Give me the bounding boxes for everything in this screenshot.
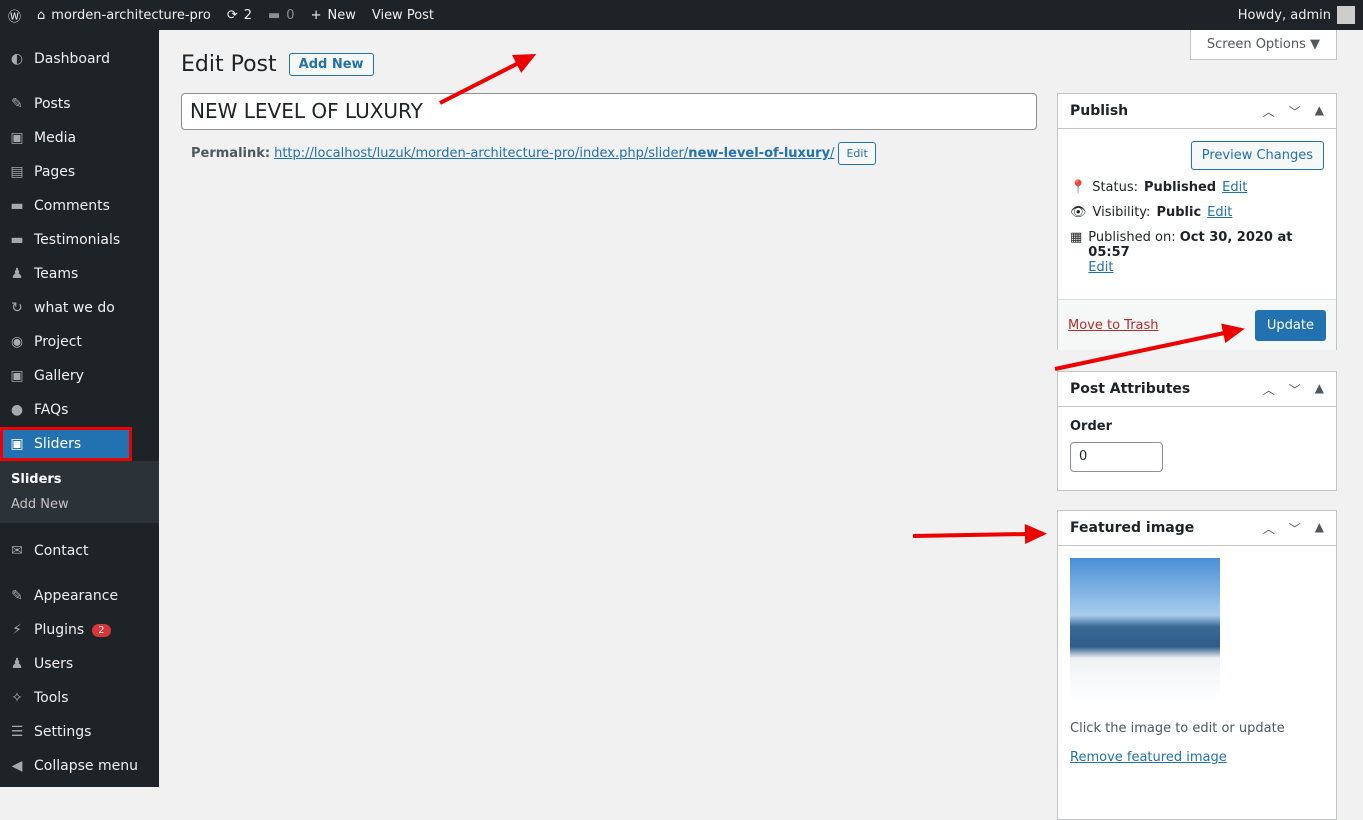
permalink-link[interactable]: http://localhost/luzuk/morden-architectu… (274, 146, 834, 161)
plus-icon: + (310, 7, 322, 23)
toggle-icon[interactable]: ▲ (1315, 520, 1324, 537)
featured-hint: Click the image to edit or update (1070, 721, 1285, 736)
sidebar-item-faqs[interactable]: ● FAQs (0, 393, 159, 427)
sidebar-item-dashboard[interactable]: ◐ Dashboard (0, 42, 159, 76)
sidebar-item-testimonials[interactable]: ▬ Testimonials (0, 223, 159, 257)
menu-icon: ☰ (10, 724, 24, 740)
sidebar-item-sliders[interactable]: ▣ Sliders (0, 427, 132, 461)
pin-icon: 📍 (1070, 180, 1087, 195)
menu-icon: ▤ (10, 164, 24, 180)
menu-icon: ▣ (10, 436, 24, 452)
move-up-icon[interactable]: ︿ (1263, 103, 1275, 120)
sidebar-item-users[interactable]: ♟ Users (0, 647, 159, 681)
page-title: Edit Post (181, 52, 277, 77)
menu-icon: ◉ (10, 334, 24, 350)
update-button[interactable]: Update (1254, 309, 1326, 341)
sidebar-item-posts[interactable]: ✎ Posts (0, 87, 159, 121)
home-icon: ⌂ (37, 7, 46, 23)
wordpress-logo-icon[interactable]: Ⓦ (0, 0, 29, 30)
sidebar-item-collapse-menu[interactable]: ◀ Collapse menu (0, 749, 159, 783)
submenu-add-new[interactable]: Add New (0, 492, 159, 517)
publish-title: Publish (1070, 103, 1129, 119)
post-attributes-box: Post Attributes ︿ ﹀ ▲ Order 0 (1057, 371, 1337, 491)
preview-changes-button[interactable]: Preview Changes (1190, 141, 1324, 170)
menu-icon: ↻ (11, 300, 23, 316)
menu-icon: ● (10, 402, 24, 418)
view-post-link[interactable]: View Post (364, 0, 442, 30)
menu-icon: ✎ (11, 96, 23, 112)
updates-link[interactable]: ⟳ 2 (219, 0, 260, 30)
permalink: Permalink: http://localhost/luzuk/morden-… (191, 142, 876, 165)
toggle-icon[interactable]: ▲ (1315, 381, 1324, 398)
sidebar-item-media[interactable]: ▣ Media (0, 121, 159, 155)
plugins-badge: 2 (92, 623, 111, 637)
sidebar-item-tools[interactable]: ✧ Tools (0, 681, 159, 715)
move-to-trash-link[interactable]: Move to Trash (1068, 318, 1159, 333)
edit-date-link[interactable]: Edit (1088, 260, 1113, 275)
sidebar-item-project[interactable]: ◉ Project (0, 325, 159, 359)
admin-menu: ◐ Dashboard ✎ Posts ▣ Media ▤ Pages ▬ Comments ▬ Te… (0, 30, 159, 787)
edit-visibility-link[interactable]: Edit (1207, 205, 1232, 220)
sidebar-item-appearance[interactable]: ✎ Appearance (0, 579, 159, 613)
menu-icon: ✎ (11, 588, 23, 604)
site-name-link[interactable]: ⌂ morden-architecture-pro (29, 0, 219, 30)
move-down-icon[interactable]: ﹀ (1289, 520, 1301, 537)
move-down-icon[interactable]: ﹀ (1289, 103, 1301, 120)
annotation-arrow (912, 531, 1044, 538)
menu-icon: ▬ (10, 232, 24, 248)
comment-icon: ▬ (268, 7, 281, 23)
screen-options-button[interactable]: Screen Options ▼ (1189, 30, 1337, 60)
featured-image[interactable] (1070, 558, 1220, 701)
menu-icon: ✉ (11, 543, 23, 559)
menu-icon: ✧ (11, 690, 23, 706)
eye-icon: 👁 (1070, 205, 1087, 220)
move-up-icon[interactable]: ︿ (1263, 520, 1275, 537)
add-new-button[interactable]: Add New (288, 53, 374, 76)
menu-icon: ◀ (11, 758, 23, 774)
new-link[interactable]: + New (303, 0, 364, 30)
sidebar-item-pages[interactable]: ▤ Pages (0, 155, 159, 189)
account-menu[interactable]: Howdy, admin (1230, 0, 1363, 30)
menu-icon: ▬ (10, 198, 24, 214)
featured-image-box: Featured image ︿ ﹀ ▲ Click the image to edi… (1057, 510, 1337, 820)
sidebar-item-settings[interactable]: ☰ Settings (0, 715, 159, 749)
title-input[interactable]: NEW LEVEL OF LUXURY (181, 93, 1037, 130)
remove-featured-image-link[interactable]: Remove featured image (1070, 750, 1227, 765)
calendar-icon: ▦ (1070, 230, 1083, 245)
sidebar-item-what-we-do[interactable]: ↻ what we do (0, 291, 159, 325)
menu-icon: ▣ (10, 130, 24, 146)
menu-icon: ▣ (10, 368, 24, 384)
sliders-submenu: Sliders Add New (0, 461, 159, 523)
refresh-icon: ⟳ (226, 7, 238, 23)
comments-link[interactable]: ▬ 0 (260, 0, 303, 30)
menu-icon: ◐ (10, 51, 24, 67)
admin-bar: Ⓦ ⌂ morden-architecture-pro ⟳ 2 ▬ 0 + New Vi… (0, 0, 1363, 30)
order-input[interactable]: 0 (1070, 442, 1163, 472)
sidebar-item-plugins[interactable]: ⚡ Plugins 2 (0, 613, 159, 647)
avatar (1337, 6, 1355, 24)
move-down-icon[interactable]: ﹀ (1289, 381, 1301, 398)
move-up-icon[interactable]: ︿ (1263, 381, 1275, 398)
menu-icon: ⚡ (12, 622, 22, 638)
sidebar-item-comments[interactable]: ▬ Comments (0, 189, 159, 223)
sidebar-item-contact[interactable]: ✉ Contact (0, 534, 159, 568)
edit-status-link[interactable]: Edit (1222, 180, 1247, 195)
menu-icon: ♟ (10, 266, 24, 282)
edit-permalink-button[interactable]: Edit (838, 142, 876, 165)
submenu-sliders[interactable]: Sliders (0, 467, 159, 492)
publish-box: Publish ︿ ﹀ ▲ Preview Changes 📍 Status: Publi… (1057, 93, 1337, 350)
sidebar-item-gallery[interactable]: ▣ Gallery (0, 359, 159, 393)
menu-icon: ♟ (10, 656, 24, 672)
sidebar-item-teams[interactable]: ♟ Teams (0, 257, 159, 291)
toggle-icon[interactable]: ▲ (1315, 103, 1324, 120)
